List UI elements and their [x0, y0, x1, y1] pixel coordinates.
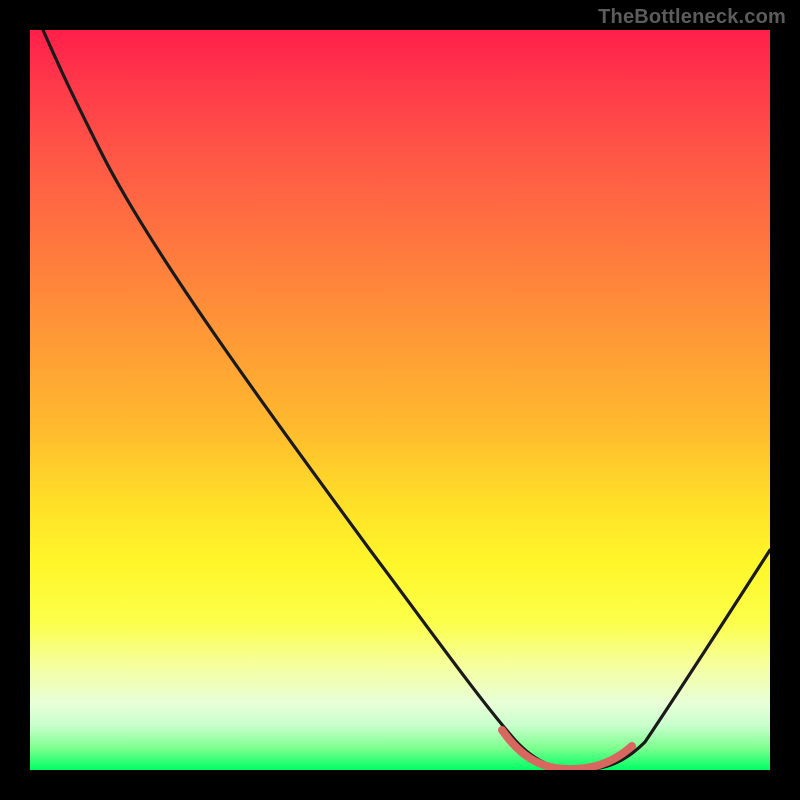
highlight-segment: [502, 730, 632, 769]
watermark-text: TheBottleneck.com: [598, 6, 786, 29]
chart-frame: TheBottleneck.com: [0, 0, 800, 800]
plot-area: [30, 30, 770, 770]
bottleneck-curve: [30, 30, 770, 770]
curve-layer: [30, 30, 770, 770]
